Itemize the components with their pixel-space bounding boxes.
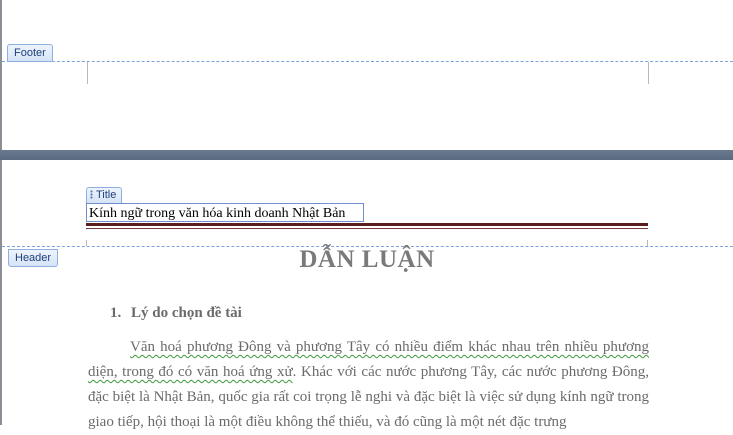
footer-boundary-line <box>2 61 733 62</box>
title-tag-label: Title <box>96 189 117 201</box>
section-number: 1. <box>110 305 122 321</box>
title-content-control-tag[interactable]: Title <box>86 187 123 203</box>
header-rule-thick <box>86 223 648 226</box>
page-gap <box>0 150 733 160</box>
section-title: Lý do chọn đề tài <box>131 305 242 321</box>
margin-corner-mark-left <box>87 62 88 84</box>
header-tab[interactable]: Header <box>8 249 59 267</box>
footer-tab[interactable]: Footer <box>7 44 53 62</box>
section-heading[interactable]: 1. Lý do chọn đề tài <box>110 305 242 322</box>
previous-page-footer-area <box>0 0 733 150</box>
title-content-control[interactable]: Kính ngữ trong văn hóa kinh doanh Nhật B… <box>86 203 364 222</box>
document-heading[interactable]: DẪN LUẬN <box>86 246 648 274</box>
body-paragraph[interactable]: Văn hoá phương Đông và phương Tây có nhi… <box>88 335 649 435</box>
margin-corner-mark-right <box>648 62 649 84</box>
header-rule-thin <box>86 228 648 229</box>
drag-handle-icon[interactable] <box>90 190 93 199</box>
